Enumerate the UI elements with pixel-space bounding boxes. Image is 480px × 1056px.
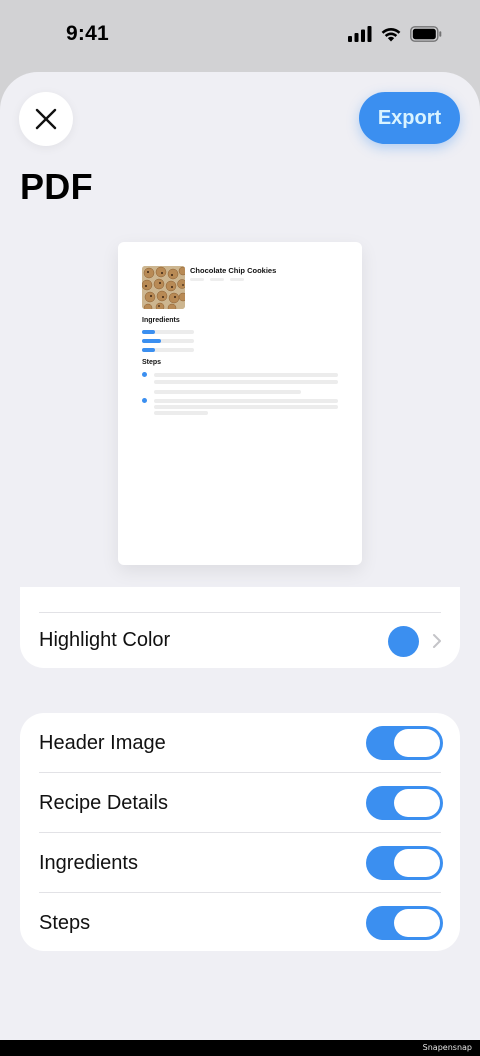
highlight-color-swatch[interactable] xyxy=(388,626,419,657)
section-label: Recipe Details xyxy=(39,792,168,814)
close-button[interactable] xyxy=(19,92,73,146)
appearance-group: Highlight Color xyxy=(20,613,460,668)
section-row-ingredients: Ingredients xyxy=(20,833,460,892)
header-image-toggle[interactable] xyxy=(366,726,443,760)
preview-recipe-title: Chocolate Chip Cookies xyxy=(190,266,277,275)
page-title: PDF xyxy=(20,166,93,207)
preview-ingredient-line xyxy=(142,339,194,343)
preview-steps-heading: Steps xyxy=(142,359,162,366)
battery-icon xyxy=(410,26,442,42)
preview-step-line xyxy=(154,411,208,415)
section-label: Header Image xyxy=(39,732,166,754)
bottom-bar: Snapensnap xyxy=(0,1040,480,1056)
preview-ingredients-heading: Ingredients xyxy=(142,317,180,324)
preview-ingredient-line xyxy=(142,348,194,352)
export-button[interactable]: Export xyxy=(359,92,460,144)
highlight-color-label: Highlight Color xyxy=(39,629,171,651)
preview-step-bullet xyxy=(142,372,147,377)
watermark: Snapensnap xyxy=(422,1043,472,1052)
preview-step-line xyxy=(154,373,338,377)
close-icon xyxy=(35,108,57,130)
sections-group: Header Image Recipe Details Ingredients … xyxy=(20,713,460,951)
chevron-right-icon xyxy=(433,634,441,648)
preview-ingredient-line xyxy=(142,330,194,334)
status-time: 9:41 xyxy=(66,22,109,45)
steps-toggle[interactable] xyxy=(366,906,443,940)
preview-step-bullet xyxy=(142,398,147,403)
section-row-steps: Steps xyxy=(20,893,460,951)
status-icons xyxy=(348,26,442,42)
highlight-color-row[interactable]: Highlight Color xyxy=(20,613,460,668)
preview-step-line xyxy=(154,380,338,384)
cookies-photo xyxy=(142,266,185,309)
wifi-icon xyxy=(381,28,401,42)
preview-meta-line xyxy=(210,278,224,281)
pdf-preview: Chocolate Chip Cookies Ingredients Steps xyxy=(118,242,362,565)
preview-meta-line xyxy=(230,278,244,281)
section-label: Ingredients xyxy=(39,852,138,874)
status-bar: 9:41 xyxy=(0,0,480,72)
section-label: Steps xyxy=(39,912,91,934)
export-sheet: Export PDF Chocolate Chip Cookies Ingred… xyxy=(0,72,480,1040)
ingredients-toggle[interactable] xyxy=(366,846,443,880)
preview-meta-line xyxy=(190,278,204,281)
preview-step-line xyxy=(154,390,301,394)
cellular-signal-icon xyxy=(348,26,372,42)
preview-step-line xyxy=(154,405,338,409)
preview-step-line xyxy=(154,399,338,403)
recipe-details-toggle[interactable] xyxy=(366,786,443,820)
section-row-header-image: Header Image xyxy=(20,713,460,772)
section-row-recipe-details: Recipe Details xyxy=(20,773,460,832)
